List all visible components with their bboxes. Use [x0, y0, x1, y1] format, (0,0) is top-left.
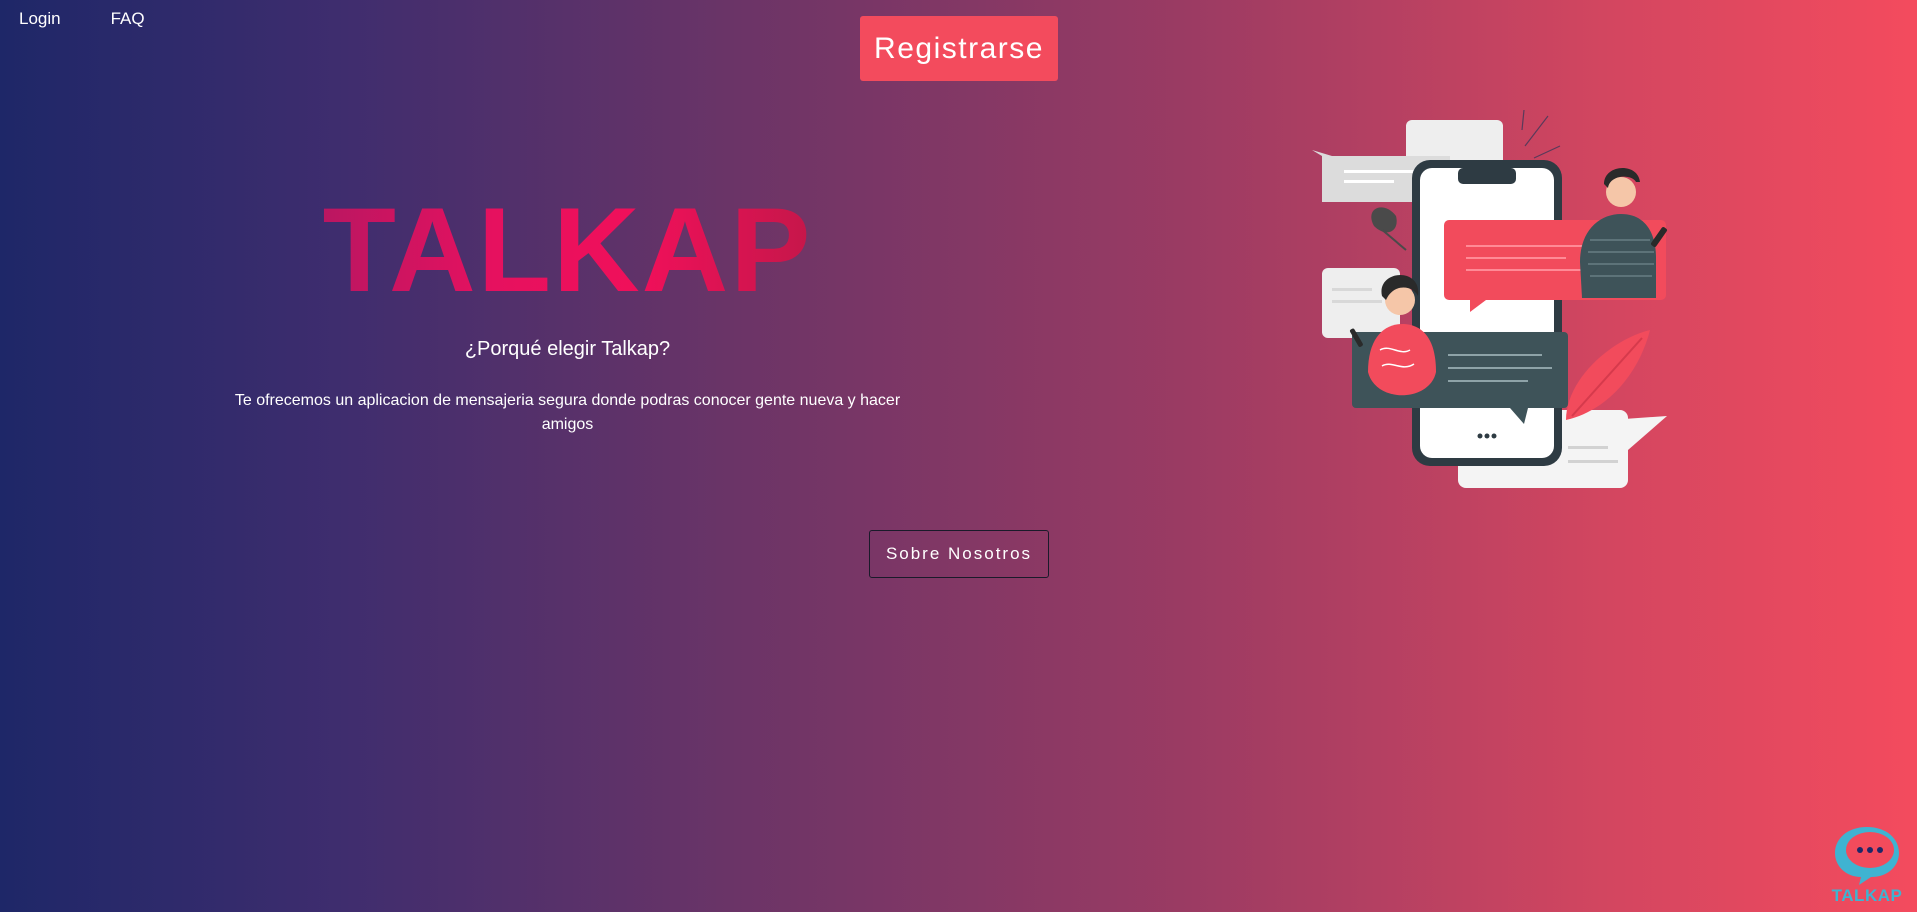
- chat-bubble-icon: [1835, 827, 1899, 885]
- about-us-button[interactable]: Sobre Nosotros: [869, 530, 1049, 578]
- hero-section: TALKAP ¿Porqué elegir Talkap? Te ofrecem…: [200, 180, 935, 433]
- login-link[interactable]: Login: [19, 9, 61, 29]
- talkap-logo: TALKAP: [1829, 823, 1905, 906]
- chat-illustration: [1310, 109, 1685, 500]
- hero-description: Te ofrecemos un aplicacion de mensajeria…: [234, 392, 901, 433]
- phone-screen: [1420, 168, 1554, 458]
- logo-text: TALKAP: [1831, 886, 1903, 905]
- register-button[interactable]: Registrarse: [860, 16, 1058, 81]
- hero-subtitle: ¿Porqué elegir Talkap?: [464, 338, 671, 360]
- leaf-left: [1371, 207, 1397, 233]
- faq-link[interactable]: FAQ: [111, 9, 145, 29]
- top-nav: Login FAQ: [19, 9, 145, 29]
- brand-title: TALKAP: [200, 180, 935, 320]
